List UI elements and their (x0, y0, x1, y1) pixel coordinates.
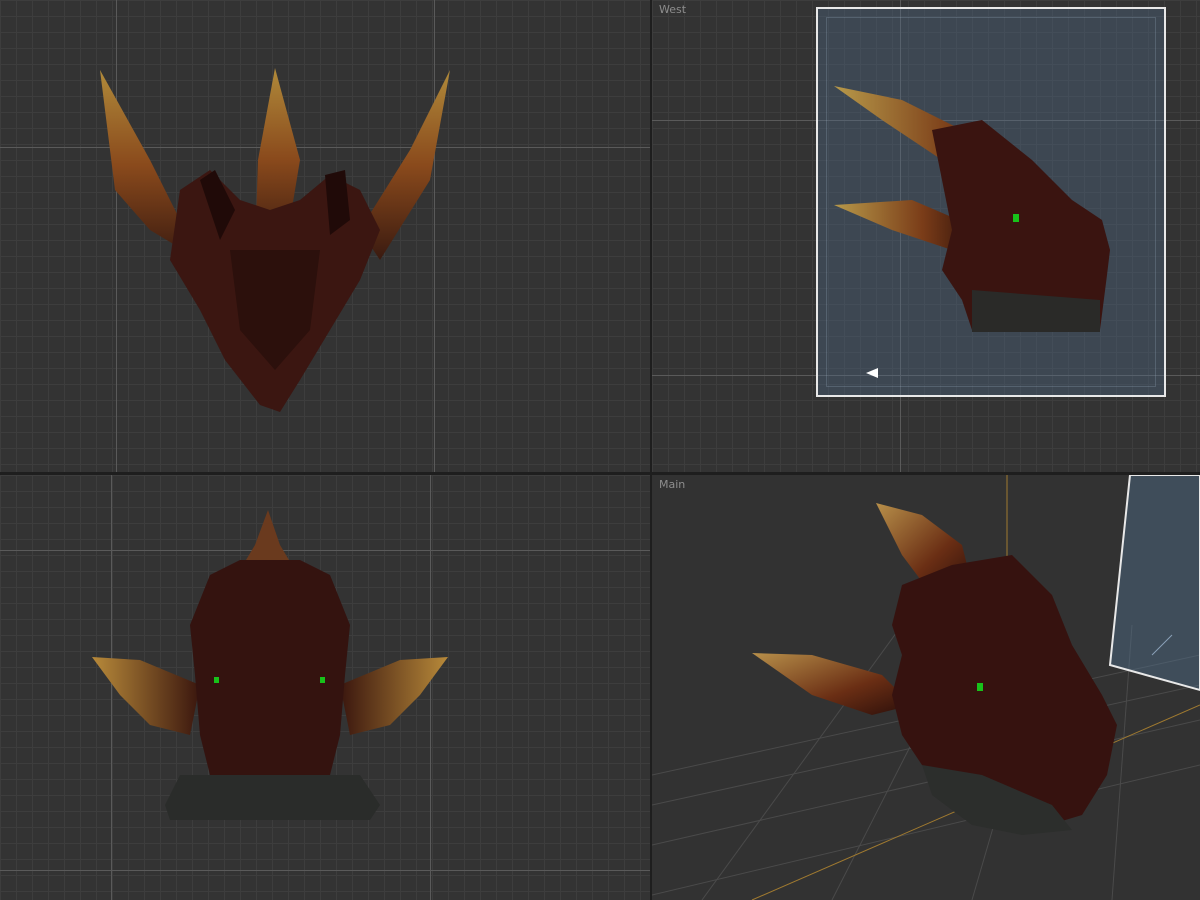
eye (977, 683, 983, 691)
viewport-front[interactable] (0, 475, 650, 900)
model-front-view[interactable] (0, 475, 650, 900)
head-body (190, 560, 350, 775)
jaw-base (165, 775, 380, 820)
viewport-main[interactable]: Main (652, 475, 1200, 900)
editor-workspace: West Main (0, 0, 1200, 900)
viewport-top[interactable] (0, 0, 650, 472)
eye (1013, 214, 1019, 222)
model-perspective-view[interactable] (652, 475, 1200, 900)
viewport-west[interactable]: West (652, 0, 1200, 472)
model-west-view[interactable] (652, 0, 1200, 472)
viewport-divider-horizontal[interactable] (0, 472, 1200, 475)
eye-left (214, 677, 219, 683)
eye-right (320, 677, 325, 683)
horn-right (340, 657, 448, 735)
horn-lower (752, 653, 912, 715)
viewport-divider-vertical[interactable] (650, 0, 652, 900)
camera-direction-icon[interactable] (866, 368, 878, 378)
model-top-view[interactable] (0, 0, 650, 472)
horn-left (92, 657, 200, 735)
